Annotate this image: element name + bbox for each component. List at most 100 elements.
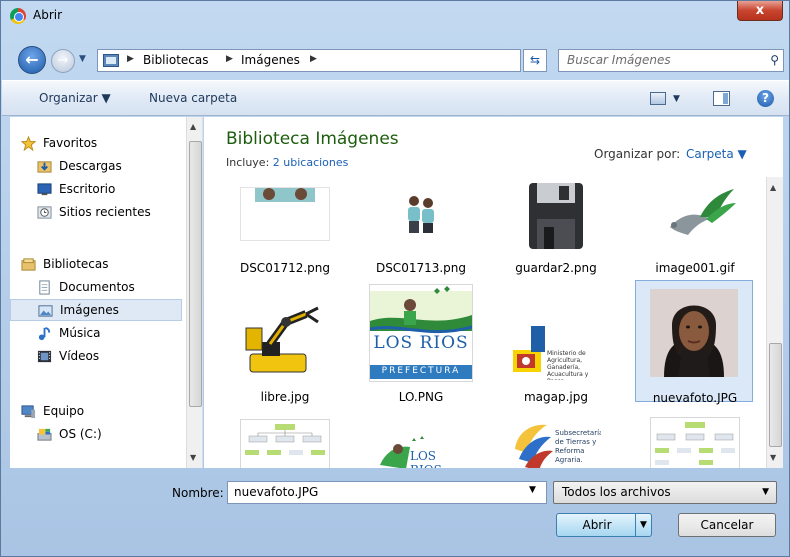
nav-item-label: Música bbox=[59, 326, 101, 340]
scroll-down-icon[interactable]: ▼ bbox=[770, 453, 776, 462]
file-name: DSC01712.png bbox=[239, 261, 331, 275]
nav-libraries[interactable]: Bibliotecas bbox=[10, 253, 182, 275]
nav-item-label: Imágenes bbox=[60, 303, 119, 317]
file-tile-dsc01712[interactable]: DSC01712.png bbox=[226, 161, 344, 283]
floppy-disk-icon bbox=[511, 183, 601, 251]
file-type-select[interactable]: Todos los archivos ▼ bbox=[553, 481, 777, 504]
view-mode-icon[interactable] bbox=[650, 92, 666, 105]
content-scroll-thumb[interactable] bbox=[769, 343, 782, 447]
filename-label: Nombre: bbox=[172, 486, 224, 500]
breadcrumb-bibliotecas[interactable]: Bibliotecas bbox=[143, 53, 208, 67]
close-button[interactable]: x bbox=[737, 1, 783, 21]
preview-pane-icon[interactable] bbox=[713, 91, 730, 106]
file-tile-lo[interactable]: LOS RIOS PREFECTURA LO.PNG bbox=[362, 282, 480, 404]
scroll-down-icon[interactable]: ▼ bbox=[190, 453, 196, 462]
open-options-dropdown[interactable]: ▼ bbox=[635, 514, 651, 536]
new-folder-button[interactable]: Nueva carpeta bbox=[149, 91, 237, 105]
libraries-icon bbox=[21, 257, 36, 271]
open-button[interactable]: Abrir ▼ bbox=[556, 513, 652, 537]
file-name: DSC01713.png bbox=[375, 261, 467, 275]
file-name: image001.gif bbox=[655, 261, 735, 275]
documents-icon bbox=[39, 279, 50, 295]
file-tile-guardar2[interactable]: guardar2.png bbox=[497, 161, 615, 283]
file-name: nuevafoto.JPG bbox=[652, 391, 738, 405]
dialog-footer: Nombre: nuevafoto.JPG ▼ Todos los archiv… bbox=[10, 469, 783, 549]
search-icon[interactable]: ⚲ bbox=[770, 53, 779, 67]
file-tile-subsecretaria[interactable]: Subsecretaría de Tierras y Reforma Agrar… bbox=[497, 411, 615, 468]
content-scrollbar[interactable]: ▲ ▼ bbox=[766, 177, 783, 468]
file-tile-magap[interactable]: Ministerio de Agricultura, Ganadería, Ac… bbox=[497, 282, 615, 404]
file-name: libre.jpg bbox=[260, 390, 310, 404]
recent-pages-dropdown[interactable]: ▼ bbox=[79, 54, 86, 64]
window-title: Abrir bbox=[33, 8, 63, 22]
file-name: magap.jpg bbox=[523, 390, 588, 404]
nav-item-videos[interactable]: Vídeos bbox=[10, 345, 182, 367]
library-title: Biblioteca Imágenes bbox=[226, 129, 399, 149]
file-tile-dsc01713[interactable]: DSC01713.png bbox=[362, 161, 480, 283]
hard-drive-icon bbox=[37, 428, 52, 441]
open-file-dialog: Abrir x ← → ▼ ▶ Bibliotecas ▶ Imágenes ▶… bbox=[0, 0, 790, 557]
chrome-app-icon bbox=[10, 8, 26, 24]
magap-logo-icon: Ministerio de Agricultura, Ganadería, Ac… bbox=[511, 324, 601, 380]
filename-input[interactable]: nuevafoto.JPG bbox=[227, 481, 547, 504]
magap-text: Ministerio de Agricultura, Ganadería, Ac… bbox=[547, 350, 589, 380]
breadcrumb-separator-icon[interactable]: ▶ bbox=[226, 54, 233, 64]
nav-favorites-label: Favoritos bbox=[43, 136, 98, 150]
breadcrumb-separator-icon[interactable]: ▶ bbox=[310, 54, 317, 64]
star-icon bbox=[20, 135, 37, 151]
nav-computer[interactable]: Equipo bbox=[10, 400, 182, 422]
nav-item-escritorio[interactable]: Escritorio bbox=[10, 178, 182, 200]
search-placeholder: Buscar Imágenes bbox=[567, 53, 671, 67]
nav-libraries-label: Bibliotecas bbox=[43, 257, 109, 271]
breadcrumb-separator-icon[interactable]: ▶ bbox=[127, 54, 134, 64]
nav-scroll-thumb[interactable] bbox=[189, 141, 202, 407]
diagram-thumb-icon bbox=[240, 419, 330, 468]
title-bar: Abrir x bbox=[1, 1, 790, 31]
file-tile-diagram-2[interactable] bbox=[636, 411, 754, 468]
nav-item-sitios-recientes[interactable]: Sitios recientes bbox=[10, 201, 182, 223]
los-rios-logo-icon: LOS RIOS PREFECTURA bbox=[369, 284, 473, 382]
file-tile-image001[interactable]: image001.gif bbox=[636, 161, 754, 283]
file-list-pane: Biblioteca Imágenes Incluye: 2 ubicacion… bbox=[204, 117, 783, 468]
prefectura-wordmark: PREFECTURA bbox=[381, 366, 461, 376]
view-mode-dropdown[interactable]: ▼ bbox=[673, 94, 680, 104]
address-bar[interactable]: ▶ Bibliotecas ▶ Imágenes ▶ ▼ bbox=[97, 49, 605, 72]
file-type-value: Todos los archivos bbox=[562, 485, 671, 499]
nav-item-label: Documentos bbox=[59, 280, 135, 294]
nav-item-label: Sitios recientes bbox=[59, 205, 151, 219]
forward-button[interactable]: → bbox=[51, 49, 75, 73]
pictures-icon bbox=[38, 304, 53, 317]
los-rios-wordmark: LOS RIOS bbox=[373, 333, 469, 353]
chevron-down-icon: ▼ bbox=[762, 487, 769, 497]
file-tile-diagram-1[interactable] bbox=[226, 411, 344, 468]
nav-item-label: Descargas bbox=[59, 159, 122, 173]
nav-favorites[interactable]: Favoritos bbox=[10, 132, 182, 154]
scroll-up-icon[interactable]: ▲ bbox=[190, 122, 196, 131]
organize-menu[interactable]: Organizar ▼ bbox=[39, 91, 111, 105]
file-tile-nuevafoto[interactable]: nuevafoto.JPG bbox=[635, 280, 753, 405]
robot-arm-icon bbox=[240, 294, 330, 382]
arrange-by-dropdown[interactable]: Carpeta ▼ bbox=[686, 147, 747, 161]
nav-computer-label: Equipo bbox=[43, 404, 85, 418]
address-row: ← → ▼ ▶ Bibliotecas ▶ Imágenes ▶ ▼ ⇆ Bus… bbox=[1, 41, 790, 79]
nav-scrollbar[interactable]: ▲ ▼ bbox=[186, 117, 202, 468]
file-tile-los-rios-2[interactable]: LOS RIOS bbox=[362, 411, 480, 468]
nav-item-os-drive[interactable]: OS (C:) bbox=[10, 423, 182, 445]
command-bar: Organizar ▼ Nueva carpeta ▼ ? bbox=[2, 80, 789, 116]
file-tile-libre[interactable]: libre.jpg bbox=[226, 282, 344, 404]
scroll-up-icon[interactable]: ▲ bbox=[770, 183, 776, 192]
file-name: guardar2.png bbox=[515, 261, 597, 275]
back-button[interactable]: ← bbox=[18, 46, 46, 74]
nav-item-imagenes[interactable]: Imágenes bbox=[10, 299, 182, 321]
nav-item-musica[interactable]: Música bbox=[10, 322, 182, 344]
cancel-button[interactable]: Cancelar bbox=[678, 513, 776, 537]
filename-history-dropdown[interactable]: ▼ bbox=[529, 485, 536, 495]
diagram-thumb-icon bbox=[650, 417, 740, 468]
refresh-button[interactable]: ⇆ bbox=[523, 49, 547, 72]
nav-item-documentos[interactable]: Documentos bbox=[10, 276, 182, 298]
nav-item-descargas[interactable]: Descargas bbox=[10, 155, 182, 177]
filename-value: nuevafoto.JPG bbox=[234, 485, 319, 499]
breadcrumb-imagenes[interactable]: Imágenes bbox=[241, 53, 300, 67]
help-icon[interactable]: ? bbox=[757, 90, 774, 107]
search-input[interactable]: Buscar Imágenes ⚲ bbox=[558, 49, 784, 72]
